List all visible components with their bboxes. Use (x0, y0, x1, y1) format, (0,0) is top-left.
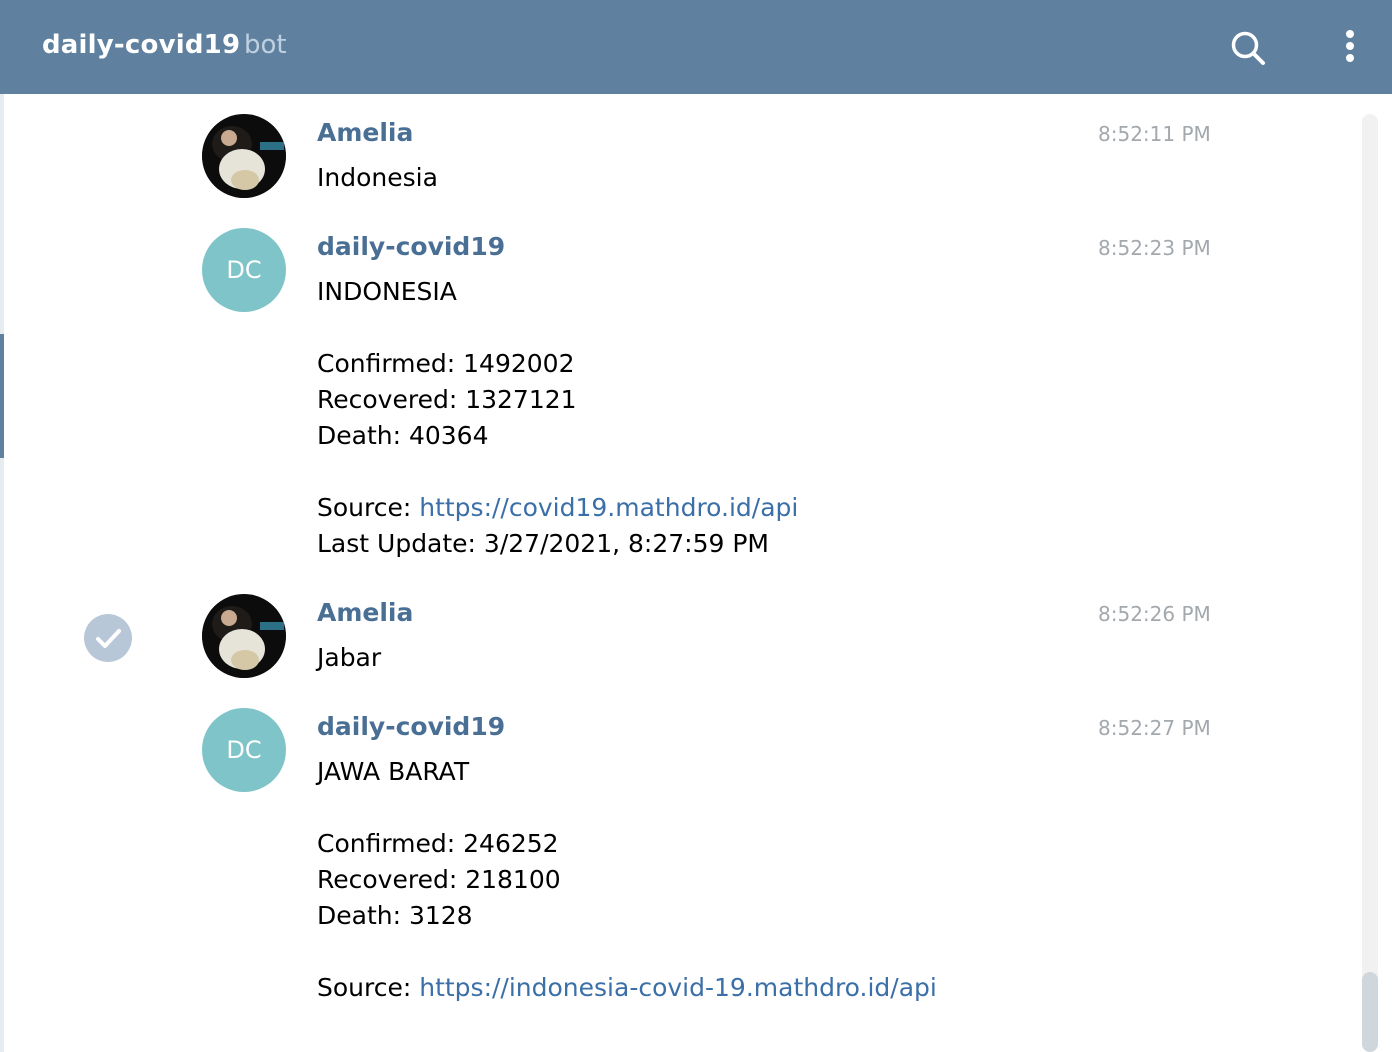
source-label: Source: (317, 973, 420, 1002)
message-line: Recovered: 218100 (317, 865, 561, 894)
message-2[interactable]: DC daily-covid19 8:52:23 PM INDONESIA Co… (0, 228, 1340, 562)
message-line: Death: 3128 (317, 901, 473, 930)
source-label: Source: (317, 493, 420, 522)
message-time: 8:52:26 PM (1098, 602, 1211, 626)
chat-title[interactable]: daily-covid19 (42, 30, 240, 60)
scrollbar-track[interactable] (1362, 114, 1378, 1052)
message-4[interactable]: DC daily-covid19 8:52:27 PM JAWA BARAT C… (0, 708, 1340, 1042)
source-line: Source: https://indonesia-covid-19.mathd… (317, 970, 937, 1006)
message-3[interactable]: Amelia 8:52:26 PM Jabar (0, 594, 1340, 684)
message-sender[interactable]: daily-covid19 (317, 232, 505, 261)
avatar-daily-covid19[interactable]: DC (202, 228, 286, 312)
message-time: 8:52:23 PM (1098, 236, 1211, 260)
message-line: Recovered: 1327121 (317, 385, 577, 414)
message-line: Confirmed: 246252 (317, 829, 559, 858)
message-sender[interactable]: Amelia (317, 118, 413, 147)
more-vertical-icon (1346, 30, 1354, 62)
message-line: INDONESIA (317, 277, 457, 306)
checkmark-icon (96, 629, 121, 648)
message-text: Jabar (317, 643, 382, 672)
message-line: Death: 40364 (317, 421, 489, 450)
scrollbar-thumb[interactable] (1362, 972, 1378, 1052)
search-button[interactable] (1226, 26, 1270, 70)
source-link[interactable]: https://covid19.mathdro.id/api (419, 493, 798, 522)
avatar-daily-covid19[interactable]: DC (202, 708, 286, 792)
message-time: 8:52:27 PM (1098, 716, 1211, 740)
chat-subtitle: bot (244, 30, 287, 60)
chat-header: daily-covid19 bot (0, 0, 1392, 94)
more-menu-button[interactable] (1332, 26, 1368, 70)
search-icon (1231, 31, 1265, 65)
avatar-amelia[interactable] (202, 114, 286, 198)
message-line: JAWA BARAT (317, 757, 470, 786)
avatar-image (202, 594, 286, 678)
message-sender[interactable]: daily-covid19 (317, 712, 505, 741)
message-time: 8:52:11 PM (1098, 122, 1211, 146)
last-update-line: Last Update: 3/27/2021, 8:27:59 PM (317, 529, 769, 558)
source-line: Source: https://covid19.mathdro.id/api (317, 490, 798, 526)
message-line: Confirmed: 1492002 (317, 349, 575, 378)
message-text: Indonesia (317, 163, 438, 192)
message-sender[interactable]: Amelia (317, 598, 413, 627)
avatar-image (202, 114, 286, 198)
source-link[interactable]: https://indonesia-covid-19.mathdro.id/ap… (419, 973, 937, 1002)
message-1[interactable]: Amelia 8:52:11 PM Indonesia (0, 114, 1340, 204)
selected-check-badge[interactable] (84, 614, 132, 662)
avatar-amelia[interactable] (202, 594, 286, 678)
